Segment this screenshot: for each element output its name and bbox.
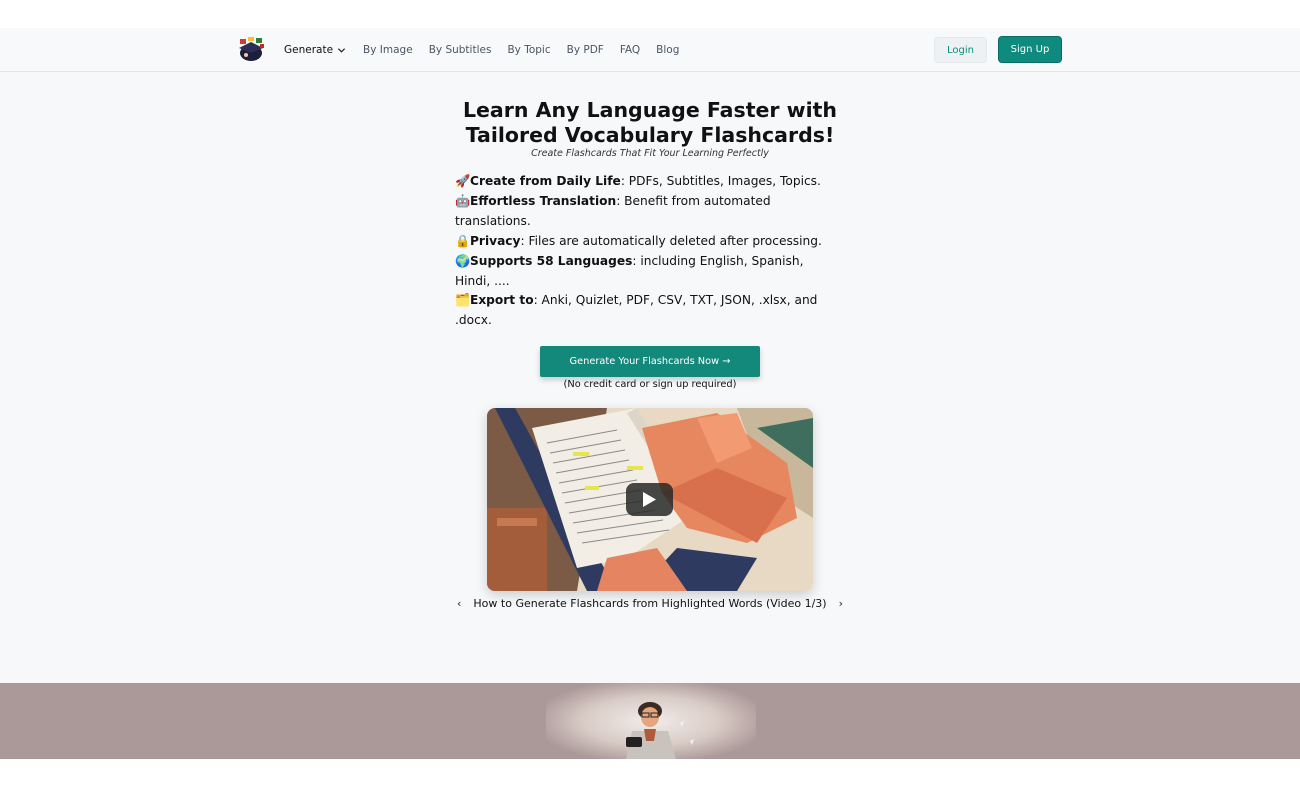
rocket-icon: 🚀 xyxy=(455,174,471,188)
feature-title: Supports 58 Languages xyxy=(470,253,633,268)
reader-illustration xyxy=(626,702,694,759)
nav-by-image[interactable]: By Image xyxy=(363,44,413,56)
feature-title: Create from Daily Life xyxy=(470,174,621,188)
hero-subtitle: Create Flashcards That Fit Your Learning… xyxy=(531,148,769,159)
nav-by-pdf[interactable]: By PDF xyxy=(567,44,604,56)
video-player[interactable] xyxy=(487,408,813,591)
next-video-button[interactable]: › xyxy=(839,597,843,610)
card-index-icon: 🗂️ xyxy=(455,293,471,308)
globe-icon: 🌍 xyxy=(455,253,471,268)
nav-blog[interactable]: Blog xyxy=(656,44,679,56)
play-icon xyxy=(643,492,656,507)
feature-item: 🚀Create from Daily Life: PDFs, Subtitles… xyxy=(455,172,833,192)
feature-item: 🤖Effortless Translation: Benefit from au… xyxy=(455,192,833,232)
video-navigation: ‹ How to Generate Flashcards from Highli… xyxy=(0,597,1300,610)
bottom-gap xyxy=(0,759,1300,788)
nav-links: Generate By Image By Subtitles By Topic … xyxy=(284,28,695,72)
chevron-down-icon xyxy=(337,47,346,53)
nav-generate-label: Generate xyxy=(284,44,334,56)
top-gap xyxy=(0,0,1300,28)
nav-by-subtitles[interactable]: By Subtitles xyxy=(429,44,492,56)
play-button[interactable] xyxy=(626,483,673,516)
feature-text: : PDFs, Subtitles, Images, Topics. xyxy=(620,174,821,188)
feature-item: 🌍Supports 58 Languages: including Englis… xyxy=(455,252,833,292)
feature-title: Effortless Translation xyxy=(470,193,617,208)
feature-text: : Files are automatically deleted after … xyxy=(520,233,822,248)
prev-video-button[interactable]: ‹ xyxy=(457,597,461,610)
hero-title-line-1: Learn Any Language Faster with xyxy=(462,98,838,122)
nav-by-topic[interactable]: By Topic xyxy=(507,44,550,56)
main-content: Learn Any Language Faster with Tailored … xyxy=(0,72,1300,683)
nav-faq[interactable]: FAQ xyxy=(620,44,640,56)
generate-flashcards-button[interactable]: Generate Your Flashcards Now → xyxy=(540,346,760,377)
signup-button[interactable]: Sign Up xyxy=(998,36,1062,63)
feature-item: 🔒Privacy: Files are automatically delete… xyxy=(455,232,833,252)
feature-item: 🗂️Export to: Anki, Quizlet, PDF, CSV, TX… xyxy=(455,291,833,331)
nav-generate-dropdown[interactable]: Generate xyxy=(284,44,346,56)
navbar: Generate By Image By Subtitles By Topic … xyxy=(0,28,1300,72)
logo-icon[interactable] xyxy=(236,36,266,64)
lock-icon: 🔒 xyxy=(455,233,471,248)
feature-title: Export to xyxy=(470,293,534,308)
hero-title: Learn Any Language Faster with Tailored … xyxy=(0,98,1300,147)
robot-icon: 🤖 xyxy=(455,193,471,208)
feature-title: Privacy xyxy=(470,233,521,248)
cta-note: (No credit card or sign up required) xyxy=(563,379,737,390)
login-button[interactable]: Login xyxy=(934,37,987,63)
hero-title-line-2: Tailored Vocabulary Flashcards! xyxy=(465,122,835,147)
illustration-band xyxy=(0,683,1300,759)
feature-list: 🚀Create from Daily Life: PDFs, Subtitles… xyxy=(455,172,833,331)
video-caption: How to Generate Flashcards from Highligh… xyxy=(473,597,827,610)
